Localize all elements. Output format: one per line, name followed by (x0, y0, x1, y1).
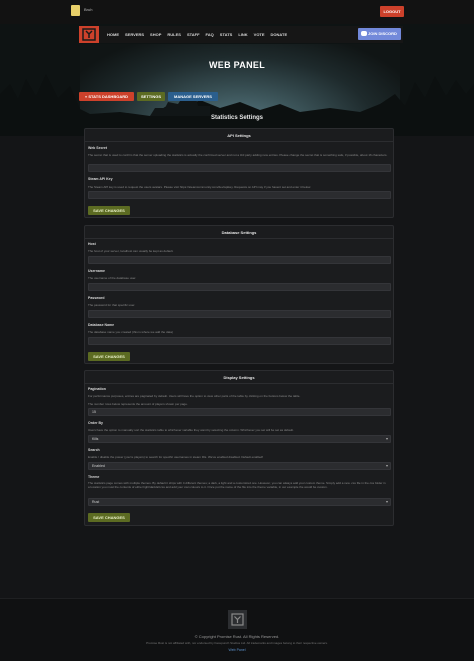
web-secret-input[interactable] (88, 164, 391, 172)
save-database-button[interactable]: SAVE CHANGES (88, 352, 130, 361)
nav-shop[interactable]: SHOP (147, 26, 164, 43)
api-settings-panel: API Settings Web Secret The secret that … (84, 128, 394, 218)
save-api-button[interactable]: SAVE CHANGES (88, 206, 130, 215)
logout-button[interactable]: LOGOUT (380, 6, 404, 17)
database-name-input[interactable] (88, 337, 391, 345)
username-label: Username (88, 269, 105, 273)
page-title: WEB PANEL (208, 60, 266, 70)
web-secret-label: Web Secret (88, 146, 107, 150)
database-name-desc: The database name you created (this is w… (88, 330, 173, 334)
pagination-desc-2: The number rows below represents the amo… (88, 402, 188, 406)
panel-header: Database Settings (85, 226, 393, 239)
pagination-label: Pagination (88, 387, 106, 391)
search-label: Search (88, 448, 100, 452)
web-panel-link[interactable]: Web Panel (0, 648, 474, 652)
join-discord-button[interactable]: JOIN DISCORD (358, 28, 401, 40)
order-by-desc: Users have the option to manually sort t… (88, 428, 294, 432)
host-label: Host (88, 242, 96, 246)
statistics-settings-heading: Statistics Settings (210, 115, 263, 121)
password-label: Password (88, 296, 105, 300)
footer: © Copyright Promise Rust. All Rights Res… (0, 598, 474, 661)
theme-label: Theme (88, 475, 100, 479)
footer-logo (228, 610, 247, 629)
steam-api-key-input[interactable] (88, 191, 391, 199)
password-desc: The password for that specific user. (88, 303, 136, 307)
nav-servers[interactable]: SERVERS (122, 26, 147, 43)
order-by-select[interactable]: Kills (88, 435, 391, 443)
user-bar: Bruh LOGOUT (0, 0, 474, 24)
search-desc: Enable / disable the power (you're playe… (88, 455, 264, 459)
rust-logo-icon (231, 613, 244, 626)
copyright: © Copyright Promise Rust. All Rights Res… (194, 634, 280, 639)
nav-home[interactable]: HOME (104, 26, 122, 43)
password-input[interactable] (88, 310, 391, 318)
manage-servers-button[interactable]: MANAGE SERVERS (168, 92, 218, 101)
rust-logo-icon (82, 28, 96, 41)
steam-api-key-desc: The Steam API key is used to request the… (88, 185, 311, 189)
nav-stats[interactable]: STATS (217, 26, 236, 43)
panel-title: API Settings (227, 133, 251, 138)
panel-title: Display Settings (223, 375, 255, 380)
save-display-button[interactable]: SAVE CHANGES (88, 513, 130, 522)
host-input[interactable] (88, 256, 391, 264)
order-by-label: Order By (88, 421, 103, 425)
nav-vote[interactable]: VOTE (251, 26, 268, 43)
pagination-desc: For performance purposes, entries are pa… (88, 394, 301, 398)
nav-faq[interactable]: FAQ (203, 26, 217, 43)
discord-icon (361, 31, 367, 36)
panel-header: API Settings (85, 129, 393, 142)
database-name-label: Database Name (88, 323, 115, 327)
pagination-input[interactable]: 15 (88, 408, 391, 416)
username-desc: The username of the database user. (88, 276, 137, 280)
main-nav: HOME SERVERS SHOP RULES STAFF FAQ STATS … (79, 26, 403, 43)
join-discord-label: JOIN DISCORD (368, 31, 397, 36)
theme-desc: The statistics page comes with multiple … (88, 481, 386, 489)
nav-link[interactable]: LINK (235, 26, 250, 43)
panel-header: Display Settings (85, 371, 393, 384)
settings-button[interactable]: SETTINGS (137, 92, 165, 101)
panel-title: Database Settings (221, 230, 257, 235)
username: Bruh (84, 7, 93, 12)
stats-dashboard-button[interactable]: « STATS DASHBOARD (79, 92, 134, 101)
host-desc: The host of your server, localhost can u… (88, 249, 174, 253)
username-input[interactable] (88, 283, 391, 291)
site-logo[interactable] (79, 26, 99, 43)
search-select[interactable]: Enabled (88, 462, 391, 470)
database-settings-panel: Database Settings Host The host of your … (84, 225, 394, 364)
web-secret-desc: The secret that is used to confirm that … (88, 153, 388, 157)
disclaimer: Promise Rust is not affiliated with, nor… (146, 641, 328, 645)
theme-select[interactable]: Rust (88, 498, 391, 506)
nav-staff[interactable]: STAFF (184, 26, 203, 43)
nav-donate[interactable]: DONATE (268, 26, 291, 43)
avatar[interactable] (71, 5, 80, 16)
steam-api-key-label: Steam API Key (88, 177, 113, 181)
display-settings-panel: Display Settings Pagination For performa… (84, 370, 394, 526)
nav-rules[interactable]: RULES (164, 26, 184, 43)
